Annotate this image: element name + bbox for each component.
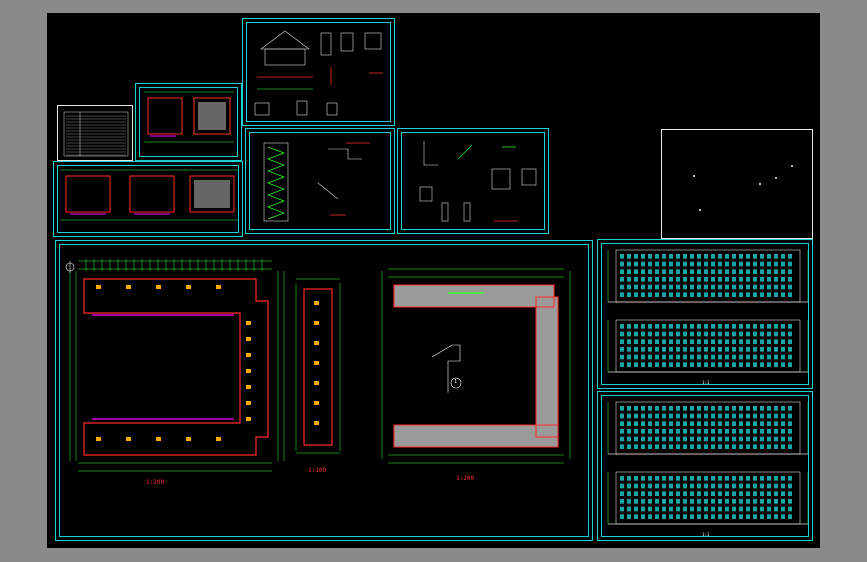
- sheet-schedule[interactable]: [57, 105, 133, 161]
- sheet-main-plans[interactable]: 1:200 1:100 1:200 1: [55, 240, 593, 541]
- sheet-details-wall[interactable]: [397, 128, 549, 234]
- sheet-elevations-a[interactable]: 1:1: [597, 239, 813, 389]
- sheet-blank[interactable]: [661, 129, 813, 239]
- details-stair: [263, 142, 370, 222]
- sheet-unit-plans-b[interactable]: [53, 161, 243, 237]
- sheet-details-stair[interactable]: [245, 128, 395, 234]
- caption-plan-roof: 1:200: [456, 475, 475, 482]
- sheet-blank-marks: [693, 165, 793, 211]
- caption-plan-main: 1:200: [146, 479, 165, 486]
- details-roof: [254, 30, 383, 116]
- drawing-canvas[interactable]: 1:200 1:100 1:200 1 1:1 1:1: [47, 13, 820, 548]
- elevations-b: [607, 401, 809, 525]
- unit-plans-b: [60, 169, 238, 221]
- elevations-a: [607, 249, 809, 373]
- detail-callout-label: 1: [454, 379, 458, 385]
- sheet-details-roof[interactable]: [242, 18, 395, 126]
- schedule-table: [63, 111, 129, 157]
- main-plans: [65, 259, 571, 472]
- details-wall: [419, 141, 537, 222]
- unit-plans-a: [144, 91, 234, 143]
- caption-plan-typical: 1:100: [308, 467, 327, 474]
- sheet-unit-plans-a[interactable]: [135, 83, 242, 161]
- sheet-elevations-b[interactable]: 1:1: [597, 391, 813, 541]
- caption-elevation-south: 1:1: [702, 380, 710, 385]
- caption-elevation-north: 1:1: [702, 532, 710, 537]
